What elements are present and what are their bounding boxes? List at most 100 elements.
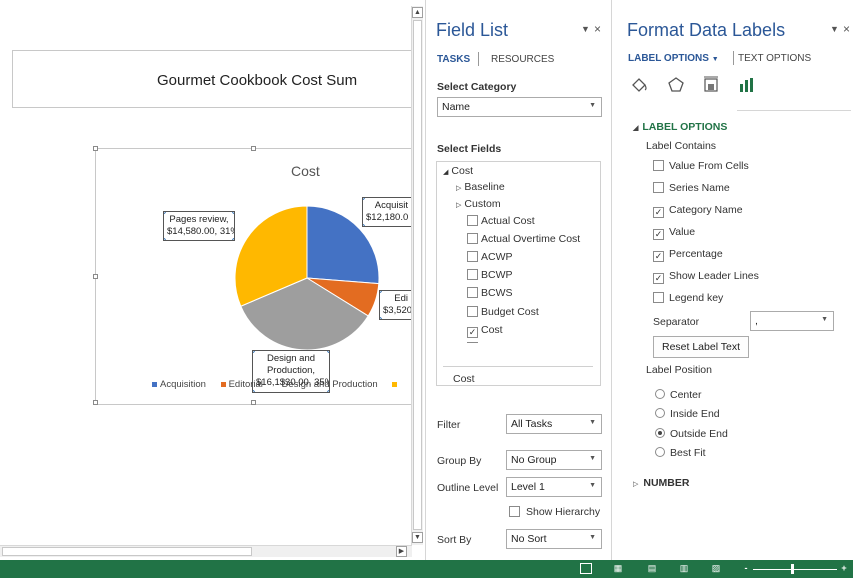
label-handle[interactable] xyxy=(232,212,234,214)
field-actual-cost[interactable]: Actual Cost xyxy=(467,215,535,227)
expand-icon[interactable]: ◢ xyxy=(443,169,448,176)
checkbox-checked[interactable]: ✓ xyxy=(467,327,478,338)
checkbox[interactable] xyxy=(467,233,478,244)
radio-button[interactable] xyxy=(655,447,665,457)
fields-tree[interactable] xyxy=(436,161,601,386)
tab-tasks[interactable]: TASKS xyxy=(437,54,470,65)
scroll-up-icon[interactable]: ▲ xyxy=(412,7,423,18)
checkbox-checked[interactable]: ✓ xyxy=(653,251,664,262)
resize-handle[interactable] xyxy=(93,400,98,405)
zoom-slider-track[interactable] xyxy=(753,569,837,570)
scroll-right-icon[interactable]: ▶ xyxy=(396,546,407,557)
field-bcws[interactable]: BCWS xyxy=(467,287,513,299)
option-series-name[interactable]: Series Name xyxy=(653,182,730,194)
tab-label-options[interactable]: LABEL OPTIONS ▼ xyxy=(628,53,719,64)
scroll-thumb[interactable] xyxy=(413,20,422,530)
option-legend-key[interactable]: Legend key xyxy=(653,292,723,304)
checkbox[interactable] xyxy=(467,251,478,262)
outline-level-dropdown[interactable]: Level 1 ▼ xyxy=(506,477,602,497)
label-handle[interactable] xyxy=(380,291,382,293)
option-show-leader-lines[interactable]: ✓ Show Leader Lines xyxy=(653,270,759,284)
collapse-icon[interactable]: ▷ xyxy=(456,185,461,192)
number-section[interactable]: ▷ NUMBER xyxy=(633,477,689,489)
groupby-dropdown[interactable]: No Group ▼ xyxy=(506,450,602,470)
collapse-icon[interactable]: ▷ xyxy=(456,202,461,209)
checkbox[interactable] xyxy=(653,182,664,193)
horizontal-scrollbar[interactable]: ▶ xyxy=(0,545,412,557)
chart-legend[interactable]: Acquisition Editorial Design and Product… xyxy=(152,379,400,390)
data-label-editorial[interactable]: Edi $3,520 xyxy=(379,290,412,320)
checkbox-checked[interactable]: ✓ xyxy=(653,207,664,218)
checkbox-checked[interactable]: ✓ xyxy=(653,273,664,284)
label-options-section[interactable]: ◢ LABEL OPTIONS xyxy=(633,121,727,133)
label-options-icon[interactable] xyxy=(737,75,757,95)
checkbox[interactable] xyxy=(653,292,664,303)
chart-title[interactable]: Cost xyxy=(291,163,320,179)
checkbox[interactable] xyxy=(467,287,478,298)
close-icon[interactable]: × xyxy=(843,22,850,36)
zoom-out-icon[interactable]: - xyxy=(740,563,752,574)
zoom-in-icon[interactable]: + xyxy=(838,563,850,574)
team-planner-icon[interactable]: ▥ xyxy=(678,563,690,574)
resize-handle[interactable] xyxy=(93,146,98,151)
show-hierarchy-option[interactable]: Show Hierarchy xyxy=(509,506,600,518)
label-handle[interactable] xyxy=(327,351,329,353)
data-label-acquisition[interactable]: Acquisit $12,180.0 xyxy=(362,197,412,227)
option-value[interactable]: ✓ Value xyxy=(653,226,695,240)
position-center[interactable]: Center xyxy=(655,389,702,401)
position-inside-end[interactable]: Inside End xyxy=(655,408,720,420)
checkbox[interactable] xyxy=(467,306,478,317)
field-bcwp[interactable]: BCWP xyxy=(467,269,513,281)
checkbox[interactable] xyxy=(467,269,478,280)
checkbox[interactable] xyxy=(653,160,664,171)
separator-dropdown[interactable]: , ▼ xyxy=(750,311,834,331)
position-outside-end[interactable]: Outside End xyxy=(655,428,728,440)
label-handle[interactable] xyxy=(363,198,365,200)
label-handle[interactable] xyxy=(380,317,382,319)
field-cost[interactable]: ✓ Cost xyxy=(467,324,503,338)
report-view-icon[interactable]: ▨ xyxy=(710,563,722,574)
zoom-slider-thumb[interactable] xyxy=(791,564,794,574)
radio-button[interactable] xyxy=(655,408,665,418)
checkbox-checked[interactable]: ✓ xyxy=(653,229,664,240)
option-value-from-cells[interactable]: Value From Cells xyxy=(653,160,749,172)
option-percentage[interactable]: ✓ Percentage xyxy=(653,248,723,262)
resize-handle[interactable] xyxy=(93,274,98,279)
checkbox[interactable] xyxy=(509,506,520,517)
category-dropdown[interactable]: Name ▼ xyxy=(437,97,602,117)
label-handle[interactable] xyxy=(164,238,166,240)
task-usage-icon[interactable]: ▤ xyxy=(646,563,658,574)
radio-button[interactable] xyxy=(655,389,665,399)
tab-resources[interactable]: RESOURCES xyxy=(491,54,554,65)
data-label-pages-review[interactable]: Pages review, $14,580.00, 31% xyxy=(163,211,235,241)
resize-handle[interactable] xyxy=(251,146,256,151)
size-properties-icon[interactable] xyxy=(701,75,721,95)
position-best-fit[interactable]: Best Fit xyxy=(655,447,706,459)
field-acwp[interactable]: ACWP xyxy=(467,251,513,263)
label-handle[interactable] xyxy=(164,212,166,214)
radio-button-selected[interactable] xyxy=(655,428,665,438)
label-handle[interactable] xyxy=(253,351,255,353)
tab-text-options[interactable]: TEXT OPTIONS xyxy=(738,53,811,64)
label-handle[interactable] xyxy=(363,224,365,226)
effects-icon[interactable] xyxy=(666,75,686,95)
field-budget-cost[interactable]: Budget Cost xyxy=(467,306,539,318)
option-category-name[interactable]: ✓ Category Name xyxy=(653,204,743,218)
scroll-down-icon[interactable]: ▼ xyxy=(412,532,423,543)
tree-node-baseline[interactable]: ▷ Baseline xyxy=(456,181,505,193)
reset-label-text-button[interactable]: Reset Label Text xyxy=(653,336,750,358)
field-actual-overtime-cost[interactable]: Actual Overtime Cost xyxy=(467,233,580,245)
tree-node-custom[interactable]: ▷ Custom xyxy=(456,198,501,210)
checkbox[interactable] xyxy=(467,215,478,226)
tree-node-cost[interactable]: ◢ Cost xyxy=(443,165,473,177)
view-toggle-icon[interactable] xyxy=(580,563,592,574)
label-handle[interactable] xyxy=(253,390,255,392)
label-handle[interactable] xyxy=(232,238,234,240)
resize-handle[interactable] xyxy=(251,400,256,405)
hscroll-thumb[interactable] xyxy=(2,547,252,556)
pane-menu-icon[interactable]: ▼ xyxy=(581,24,590,34)
label-handle[interactable] xyxy=(327,390,329,392)
gantt-view-icon[interactable]: ▦ xyxy=(612,563,624,574)
close-icon[interactable]: × xyxy=(594,22,601,36)
sortby-dropdown[interactable]: No Sort ▼ xyxy=(506,529,602,549)
